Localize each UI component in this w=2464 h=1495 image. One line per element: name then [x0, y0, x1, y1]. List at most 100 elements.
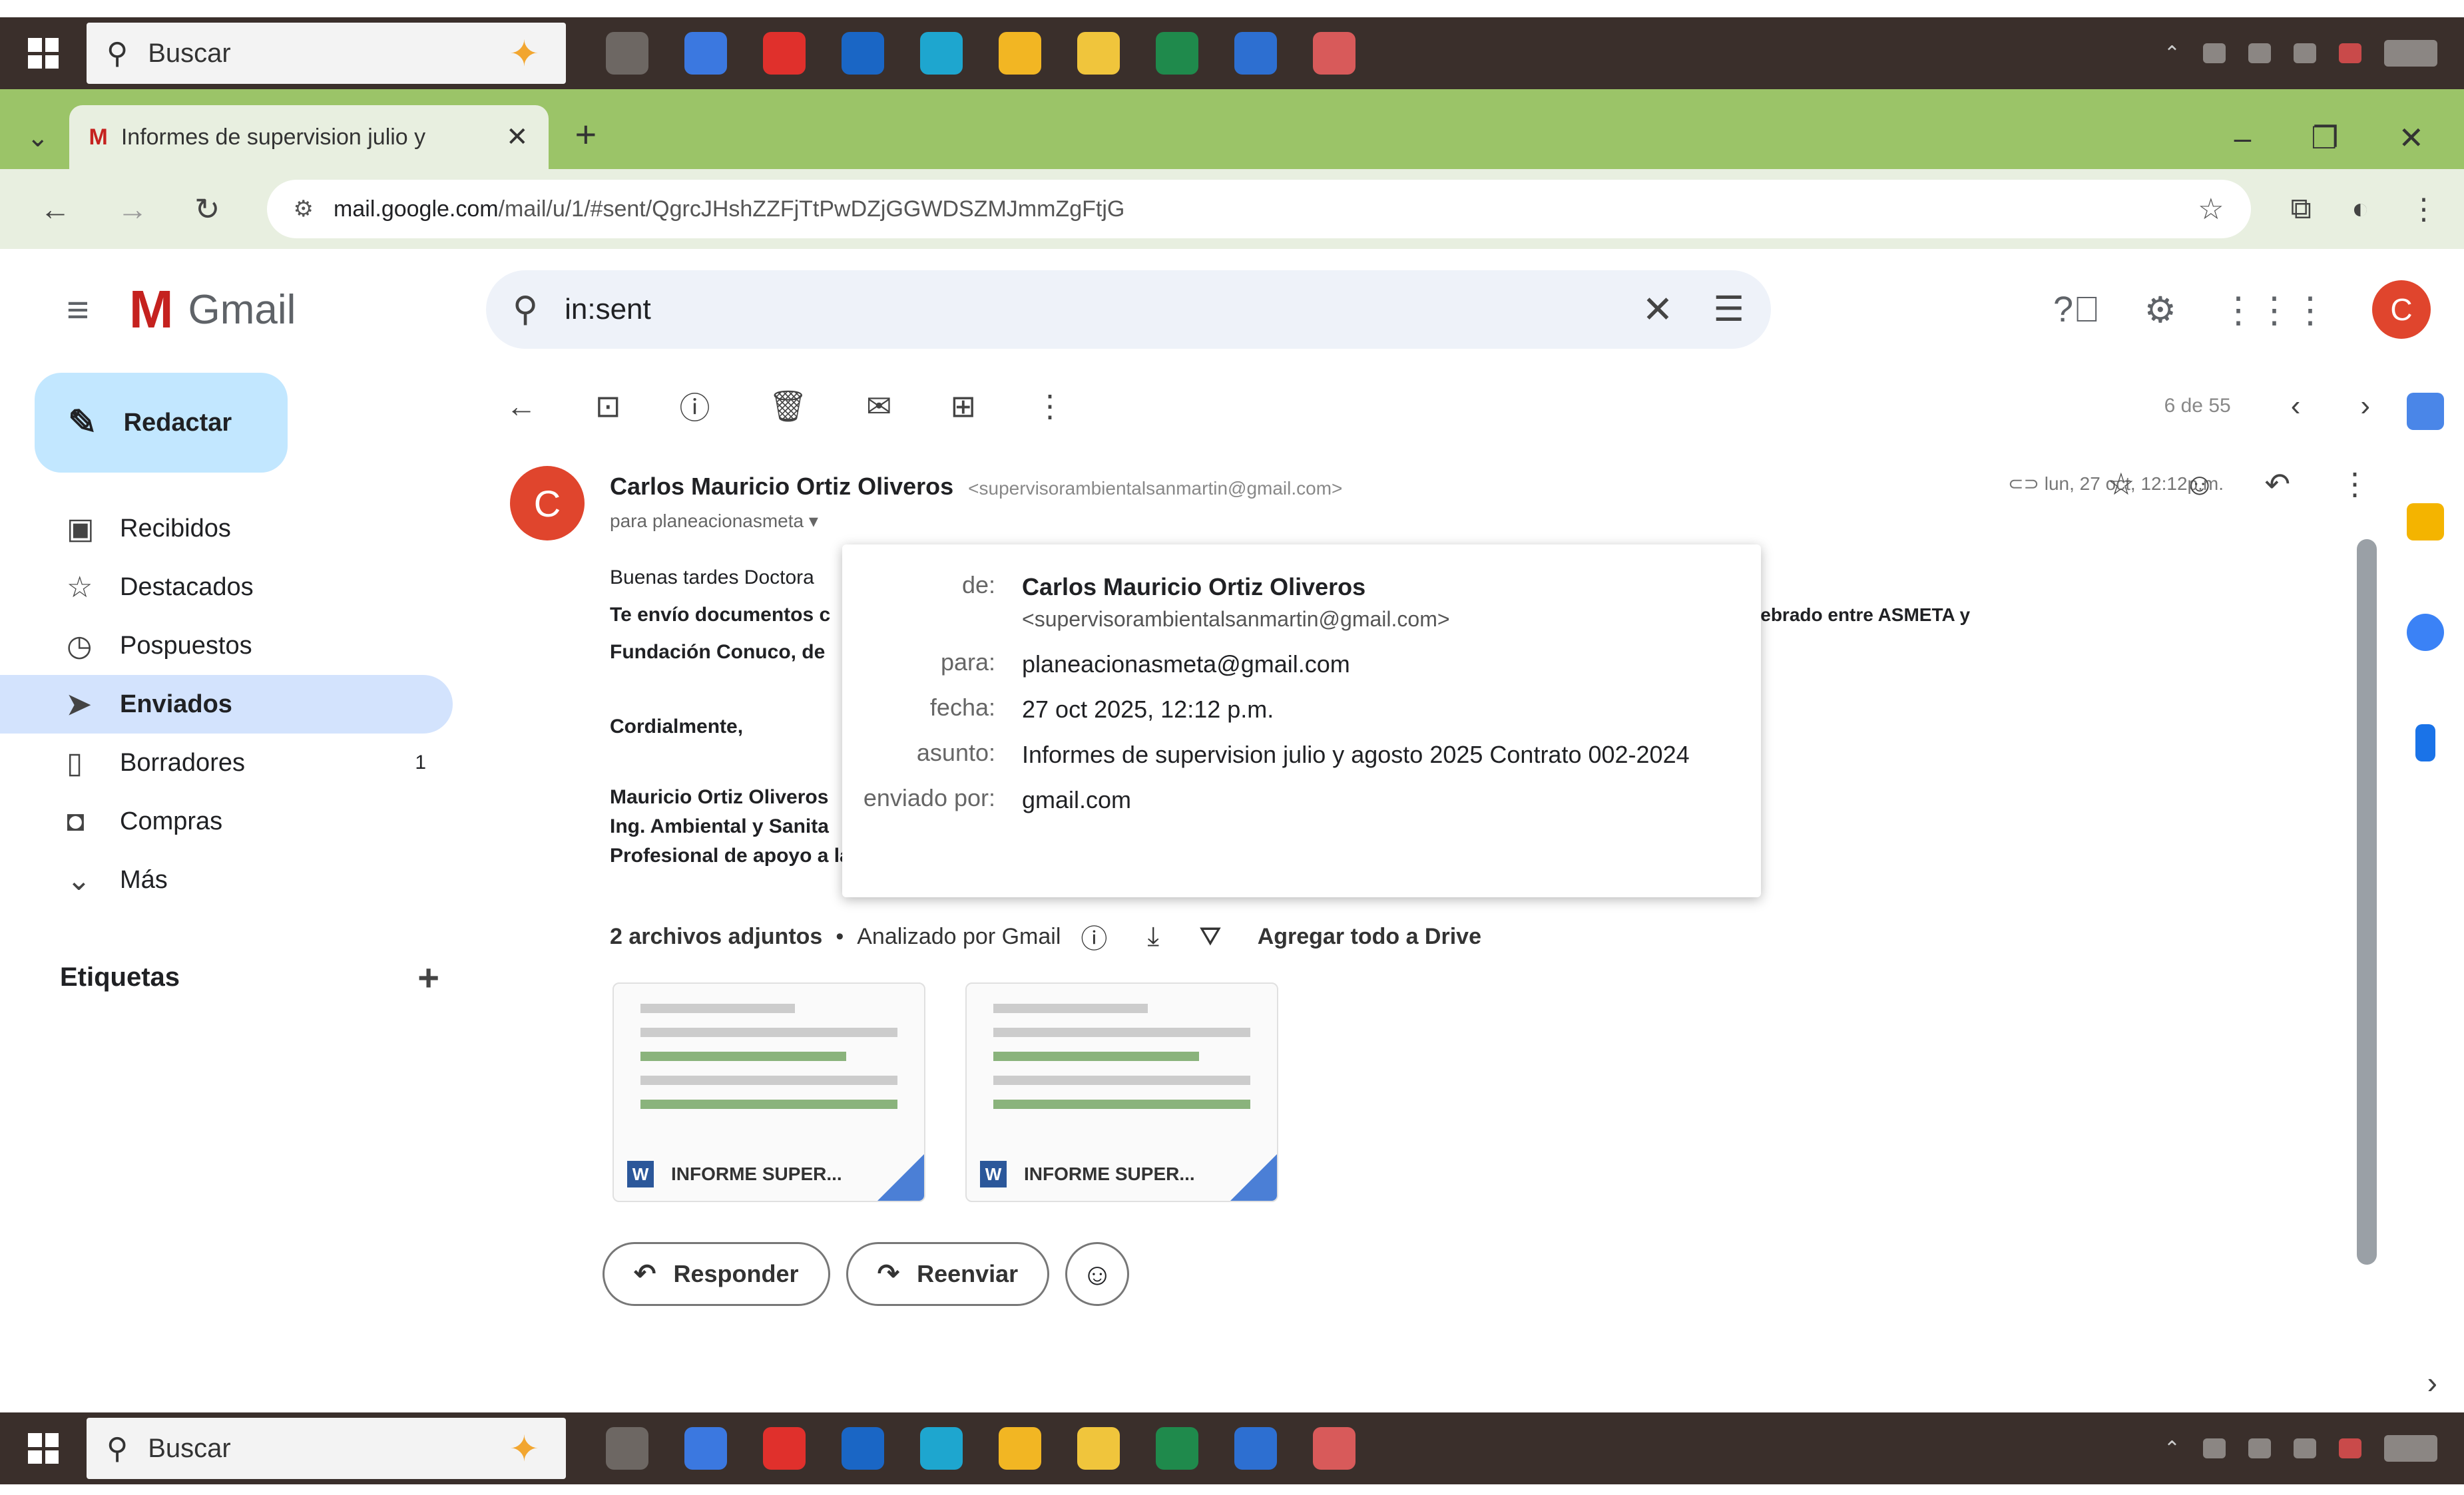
- network-icon[interactable]: [2203, 1438, 2226, 1458]
- tasks-icon[interactable]: [2407, 614, 2444, 651]
- edge-icon[interactable]: [920, 32, 963, 75]
- calendar-icon[interactable]: [2407, 393, 2444, 430]
- search-options-icon[interactable]: ☰: [1713, 290, 1744, 329]
- reply-button[interactable]: ↶ Responder: [603, 1242, 830, 1306]
- system-tray[interactable]: ⌃: [2164, 1435, 2464, 1462]
- start-button[interactable]: [0, 1412, 87, 1484]
- profile-icon[interactable]: ◐: [2351, 192, 2369, 226]
- contacts-icon[interactable]: [2415, 724, 2435, 761]
- attachment-card[interactable]: W INFORME SUPER...: [613, 982, 925, 1202]
- emoji-reaction-button[interactable]: ☺: [1065, 1242, 1130, 1306]
- chrome-icon[interactable]: [999, 32, 1041, 75]
- main-menu-icon[interactable]: ≡: [67, 288, 89, 332]
- delete-icon[interactable]: 🗑: [769, 388, 808, 425]
- outlook-icon[interactable]: [842, 1427, 884, 1470]
- volume-icon[interactable]: [2248, 43, 2271, 63]
- copilot-icon[interactable]: [684, 32, 727, 75]
- add-to-drive-link[interactable]: Agregar todo a Drive: [1258, 924, 1481, 950]
- move-to-icon[interactable]: ⊞: [951, 388, 977, 424]
- recipients-line[interactable]: para planeacionasmeta ▾: [610, 510, 818, 532]
- extensions-icon[interactable]: ⧉: [2291, 192, 2312, 226]
- more-options-icon[interactable]: ⋮: [1035, 388, 1065, 424]
- newer-icon[interactable]: ‹: [2291, 389, 2301, 423]
- sidebar-item-compras[interactable]: ◘ Compras: [0, 792, 453, 851]
- drive-add-icon[interactable]: ⛛: [1199, 922, 1222, 952]
- sidebar-item-enviados[interactable]: ➤ Enviados: [0, 675, 453, 734]
- sidebar-item-borradores[interactable]: ▯ Borradores 1: [0, 734, 453, 792]
- settings-gear-icon[interactable]: ⚙: [2144, 289, 2176, 331]
- battery-icon[interactable]: [2294, 43, 2316, 63]
- word-icon[interactable]: [1234, 1427, 1277, 1470]
- taskview-icon[interactable]: [606, 32, 648, 75]
- report-spam-icon[interactable]: ⓘ: [680, 384, 710, 428]
- word-icon[interactable]: [1234, 32, 1277, 75]
- chevron-up-icon[interactable]: ⌃: [2164, 1437, 2180, 1460]
- notification-icon[interactable]: [2339, 43, 2361, 63]
- add-label-icon[interactable]: +: [417, 956, 439, 999]
- bookmark-star-icon[interactable]: ☆: [2198, 192, 2224, 226]
- expand-panel-icon[interactable]: ›: [2427, 1365, 2437, 1400]
- outlook-icon[interactable]: [842, 32, 884, 75]
- chrome-icon[interactable]: [999, 1427, 1041, 1470]
- show-details-icon[interactable]: ▾: [809, 511, 818, 531]
- attachment-card[interactable]: W INFORME SUPER...: [965, 982, 1278, 1202]
- volume-icon[interactable]: [2248, 1438, 2271, 1458]
- file-explorer-icon[interactable]: [1077, 32, 1120, 75]
- chevron-up-icon[interactable]: ⌃: [2164, 42, 2180, 65]
- taskbar-search[interactable]: ⚲ Buscar ✦: [87, 1418, 566, 1479]
- gmail-logo[interactable]: M Gmail: [129, 279, 296, 340]
- sidebar-item-recibidos[interactable]: ▣ Recibidos: [0, 499, 453, 558]
- new-tab-button[interactable]: +: [575, 112, 597, 169]
- chrome-profile-icon[interactable]: [1313, 32, 1355, 75]
- sender-avatar[interactable]: C: [510, 466, 585, 540]
- mark-unread-icon[interactable]: ✉: [866, 388, 892, 424]
- forward-button[interactable]: ↷ Reenviar: [846, 1242, 1050, 1306]
- search-input[interactable]: in:sent: [565, 293, 651, 326]
- info-icon[interactable]: ⓘ: [1081, 917, 1107, 956]
- emoji-react-icon[interactable]: ☺: [2184, 466, 2215, 502]
- keep-icon[interactable]: [2407, 503, 2444, 540]
- opera-icon[interactable]: [763, 1427, 806, 1470]
- notification-icon[interactable]: [2339, 1438, 2361, 1458]
- opera-icon[interactable]: [763, 32, 806, 75]
- reload-icon[interactable]: ↻: [194, 191, 220, 227]
- reply-icon[interactable]: ↶: [2264, 466, 2290, 502]
- taskview-icon[interactable]: [606, 1427, 648, 1470]
- tab-active[interactable]: M Informes de supervision julio y ✕: [69, 105, 549, 169]
- chrome-profile-icon[interactable]: [1313, 1427, 1355, 1470]
- clear-search-icon[interactable]: ✕: [1642, 288, 1673, 331]
- forward-icon[interactable]: →: [117, 191, 148, 227]
- edge-icon[interactable]: [920, 1427, 963, 1470]
- sidebar-item-pospuestos[interactable]: ◷ Pospuestos: [0, 616, 453, 675]
- sidebar-item-m-s[interactable]: ⌄ Más: [0, 851, 453, 909]
- scrollbar[interactable]: [2357, 539, 2377, 1265]
- restore-button[interactable]: ❐: [2311, 120, 2338, 156]
- archive-icon[interactable]: ⊡: [595, 388, 621, 424]
- close-tab-icon[interactable]: ✕: [506, 122, 529, 152]
- start-button[interactable]: [0, 17, 87, 89]
- close-window-button[interactable]: ✕: [2398, 120, 2424, 156]
- chat-icon[interactable]: [2384, 40, 2437, 67]
- more-vert-icon[interactable]: ⋮: [2340, 466, 2370, 502]
- tab-search-icon[interactable]: ⌄: [27, 122, 49, 169]
- chat-icon[interactable]: [2384, 1435, 2437, 1462]
- search-icon[interactable]: ⚲: [513, 290, 538, 329]
- back-to-list-icon[interactable]: ←: [506, 388, 537, 424]
- chrome-menu-icon[interactable]: ⋮: [2409, 192, 2439, 226]
- help-icon[interactable]: ?⃝: [2053, 289, 2100, 330]
- older-icon[interactable]: ›: [2360, 389, 2370, 423]
- sender[interactable]: Carlos Mauricio Ortiz Oliveros <supervis…: [610, 473, 1342, 501]
- excel-icon[interactable]: [1156, 32, 1198, 75]
- sidebar-item-destacados[interactable]: ☆ Destacados: [0, 558, 453, 616]
- download-all-icon[interactable]: ⤓: [1147, 922, 1159, 952]
- address-bar[interactable]: ⚙ mail.google.com /mail/u/1/#sent/QgrcJH…: [266, 180, 2251, 238]
- excel-icon[interactable]: [1156, 1427, 1198, 1470]
- system-tray[interactable]: ⌃: [2164, 40, 2464, 67]
- mail-search-bar[interactable]: ⚲ in:sent ✕ ☰: [486, 270, 1771, 349]
- taskbar-search[interactable]: ⚲ Buscar ✦: [87, 23, 566, 84]
- compose-button[interactable]: ✎ Redactar: [35, 373, 288, 473]
- file-explorer-icon[interactable]: [1077, 1427, 1120, 1470]
- site-info-icon[interactable]: ⚙: [294, 196, 314, 222]
- minimize-button[interactable]: –: [2234, 120, 2252, 156]
- star-icon[interactable]: ☆: [2107, 466, 2134, 502]
